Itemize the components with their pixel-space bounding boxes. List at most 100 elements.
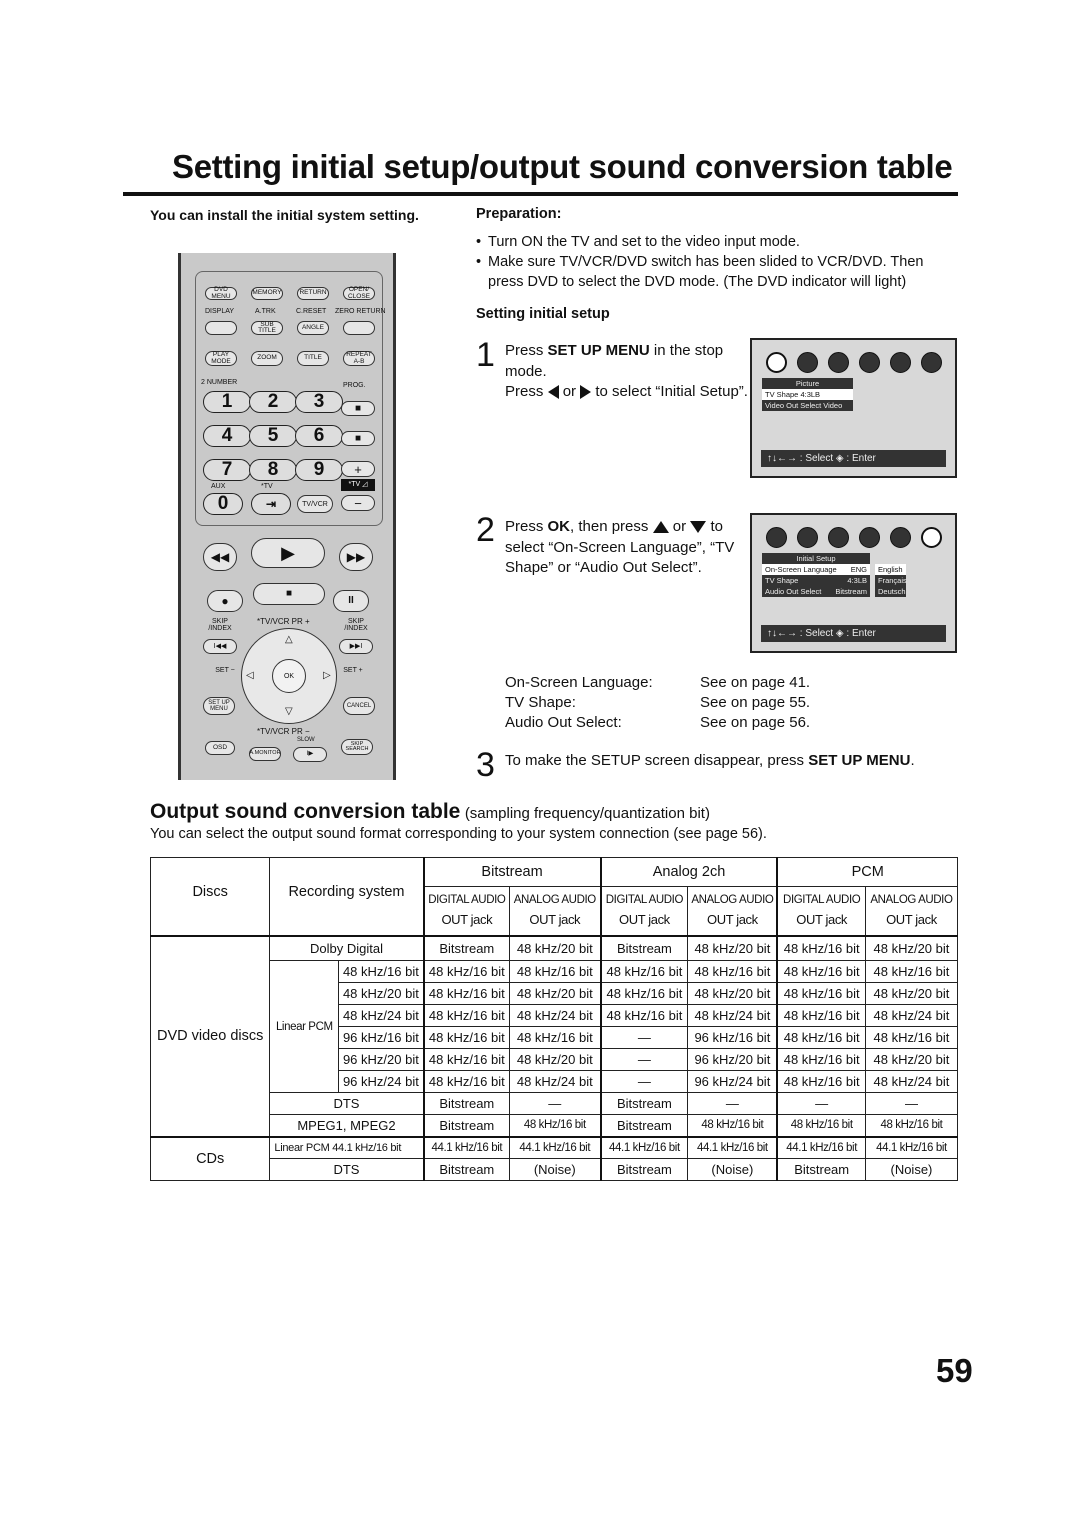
set-minus-label: SET −	[215, 667, 235, 674]
osd-row: TV Shape 4:3LB	[765, 576, 867, 585]
osd-icon-row	[766, 527, 942, 548]
step-key: OK	[547, 518, 571, 535]
title-button: TITLE	[297, 351, 329, 366]
recording-system-cell: Dolby Digital	[269, 935, 425, 961]
preparation-bullet: Make sure TV/VCR/DVD switch has been sli…	[476, 252, 958, 292]
table-cell: 44.1 kHz/16 bit	[776, 1136, 866, 1159]
initial-setup-icon	[921, 352, 942, 373]
table-cell: 96 kHz/20 bit	[687, 1048, 778, 1071]
stop-button: ■	[253, 583, 325, 605]
preparation-heading: Preparation:	[476, 206, 562, 222]
table-cell: 48 kHz/24 bit	[864, 1070, 959, 1093]
slow-button: I▶	[293, 747, 327, 762]
display-icon	[859, 527, 880, 548]
table-cell: 48 kHz/16 bit	[599, 982, 689, 1005]
recording-system-cell: 96 kHz/16 bit	[338, 1026, 425, 1049]
table-cell: Bitstream	[599, 1092, 689, 1115]
set-plus-label: SET +	[343, 667, 363, 674]
header-row: Discs Recording system Bitstream Analog …	[149, 857, 959, 937]
fast-forward-button: ▶▶	[339, 543, 373, 571]
cds-label: CDs	[149, 1136, 271, 1181]
recording-system-cell: 96 kHz/20 bit	[338, 1048, 425, 1071]
reference-row: TV Shape: See on page 55.	[505, 694, 811, 711]
step-text: Press	[505, 342, 548, 359]
left-arrow-icon: ◁	[246, 670, 254, 681]
table-cell: Bitstream	[599, 1114, 689, 1138]
recording-system-cell: 48 kHz/20 bit	[338, 982, 425, 1005]
osd-initial-setup-panel: Initial Setup On-Screen Language ENG TV S…	[762, 553, 870, 597]
table-cell: 48 kHz/16 bit	[509, 960, 602, 983]
repeat-ab-button: REPEAT A-B	[343, 351, 375, 366]
osd-language-option: Français	[878, 576, 907, 585]
zero-return-button	[343, 321, 375, 335]
prog-4-button: ■	[341, 431, 375, 446]
osd-panel-title: Picture	[795, 379, 820, 388]
table-cell: Bitstream	[776, 1158, 866, 1181]
table-cell: 48 kHz/16 bit	[776, 1026, 866, 1049]
input-select-button: ⇥	[251, 493, 291, 515]
table-cell: 48 kHz/20 bit	[509, 1048, 602, 1071]
osd-language-option: Deutsch	[878, 587, 906, 596]
table-cell: (Noise)	[864, 1158, 959, 1181]
col-digital-out: DIGITAL AUDIO OUT jack	[599, 886, 689, 937]
table-cell: 48 kHz/16 bit	[687, 1114, 778, 1138]
recording-system-cell: Linear PCM 44.1 kHz/16 bit	[269, 1136, 425, 1159]
tv-label: *TV	[261, 483, 273, 490]
osd-row: Video Out Select Video	[765, 401, 843, 410]
table-row: MPEG1, MPEG2 Bitstream 48 kHz/16 bit Bit…	[151, 1114, 959, 1138]
slow-label: SLOW	[297, 737, 315, 743]
right-arrow-icon: ▷	[323, 670, 331, 681]
table-cell: 48 kHz/16 bit	[509, 1026, 602, 1049]
table-cell: 48 kHz/16 bit	[599, 960, 689, 983]
play-button: ▶	[251, 538, 325, 568]
table-cell: 48 kHz/16 bit	[776, 1004, 866, 1027]
down-arrow-icon	[690, 521, 707, 534]
play-mode-button: PLAY MODE	[205, 351, 237, 366]
rewind-button: ◀◀	[203, 543, 237, 571]
osd-screen-picture: Picture TV Shape 4:3LB Video Out Select …	[750, 338, 957, 478]
display-button	[205, 321, 237, 335]
osd-hint-bar: ↑↓←→ : Select ◈ : Enter	[761, 450, 946, 467]
table-cell: (Noise)	[509, 1158, 602, 1181]
table-cell: —	[687, 1092, 778, 1115]
audio-icon	[797, 527, 818, 548]
osd-button: OSD	[205, 741, 235, 755]
digit-1-button: 1	[203, 391, 251, 413]
conversion-table: Discs Recording system Bitstream Analog …	[149, 857, 959, 1181]
recording-system-cell: DTS	[269, 1092, 425, 1115]
hint-select: : Select	[799, 453, 834, 464]
tvvcr-pr-plus-label: *TV/VCR PR +	[257, 617, 310, 626]
step-key: SET UP MENU	[547, 342, 650, 359]
table-cell: 48 kHz/24 bit	[509, 1004, 602, 1027]
table-cell: 96 kHz/24 bit	[687, 1070, 778, 1093]
digit-7-button: 7	[203, 459, 251, 481]
col-digital-out: DIGITAL AUDIO OUT jack	[422, 886, 511, 937]
conversion-heading-note: (sampling frequency/quantization bit)	[464, 805, 710, 822]
step-text: to select “Initial Setup”.	[595, 383, 748, 400]
digit-5-button: 5	[249, 425, 297, 447]
table-cell: —	[776, 1092, 866, 1115]
conversion-heading-title: Output sound conversion table	[150, 800, 461, 823]
open-close-button: OPEN/ CLOSE	[343, 286, 375, 300]
col-analog-out: ANALOG AUDIO OUT jack	[864, 886, 959, 937]
arrows-icon: ↑↓←→	[767, 453, 797, 464]
table-cell: —	[599, 1026, 689, 1049]
recording-system-cell: MPEG1, MPEG2	[269, 1114, 425, 1138]
page-number: 59	[936, 1352, 973, 1389]
digit-8-button: 8	[249, 459, 297, 481]
table-cell: 48 kHz/16 bit	[422, 1048, 511, 1071]
right-arrow-icon	[580, 385, 592, 400]
aux-label: AUX	[211, 483, 226, 490]
a-monitor-button: A.MONITOR	[249, 747, 281, 761]
step-2-text: Press OK, then press or to select “On-Sc…	[505, 517, 750, 579]
pause-button: II	[333, 590, 369, 612]
table-cell: 48 kHz/16 bit	[599, 1004, 689, 1027]
digit-4-button: 4	[203, 425, 251, 447]
zero-return-label: ZERO RETURN	[335, 308, 386, 315]
record-button: ●	[207, 590, 243, 612]
step-text: Press	[505, 518, 548, 535]
skip-index-label: SKIP /INDEX	[344, 618, 368, 632]
table-row: DTS Bitstream (Noise) Bitstream (Noise) …	[151, 1158, 959, 1181]
table-cell: 48 kHz/16 bit	[422, 982, 511, 1005]
table-cell: 48 kHz/16 bit	[776, 1114, 866, 1138]
